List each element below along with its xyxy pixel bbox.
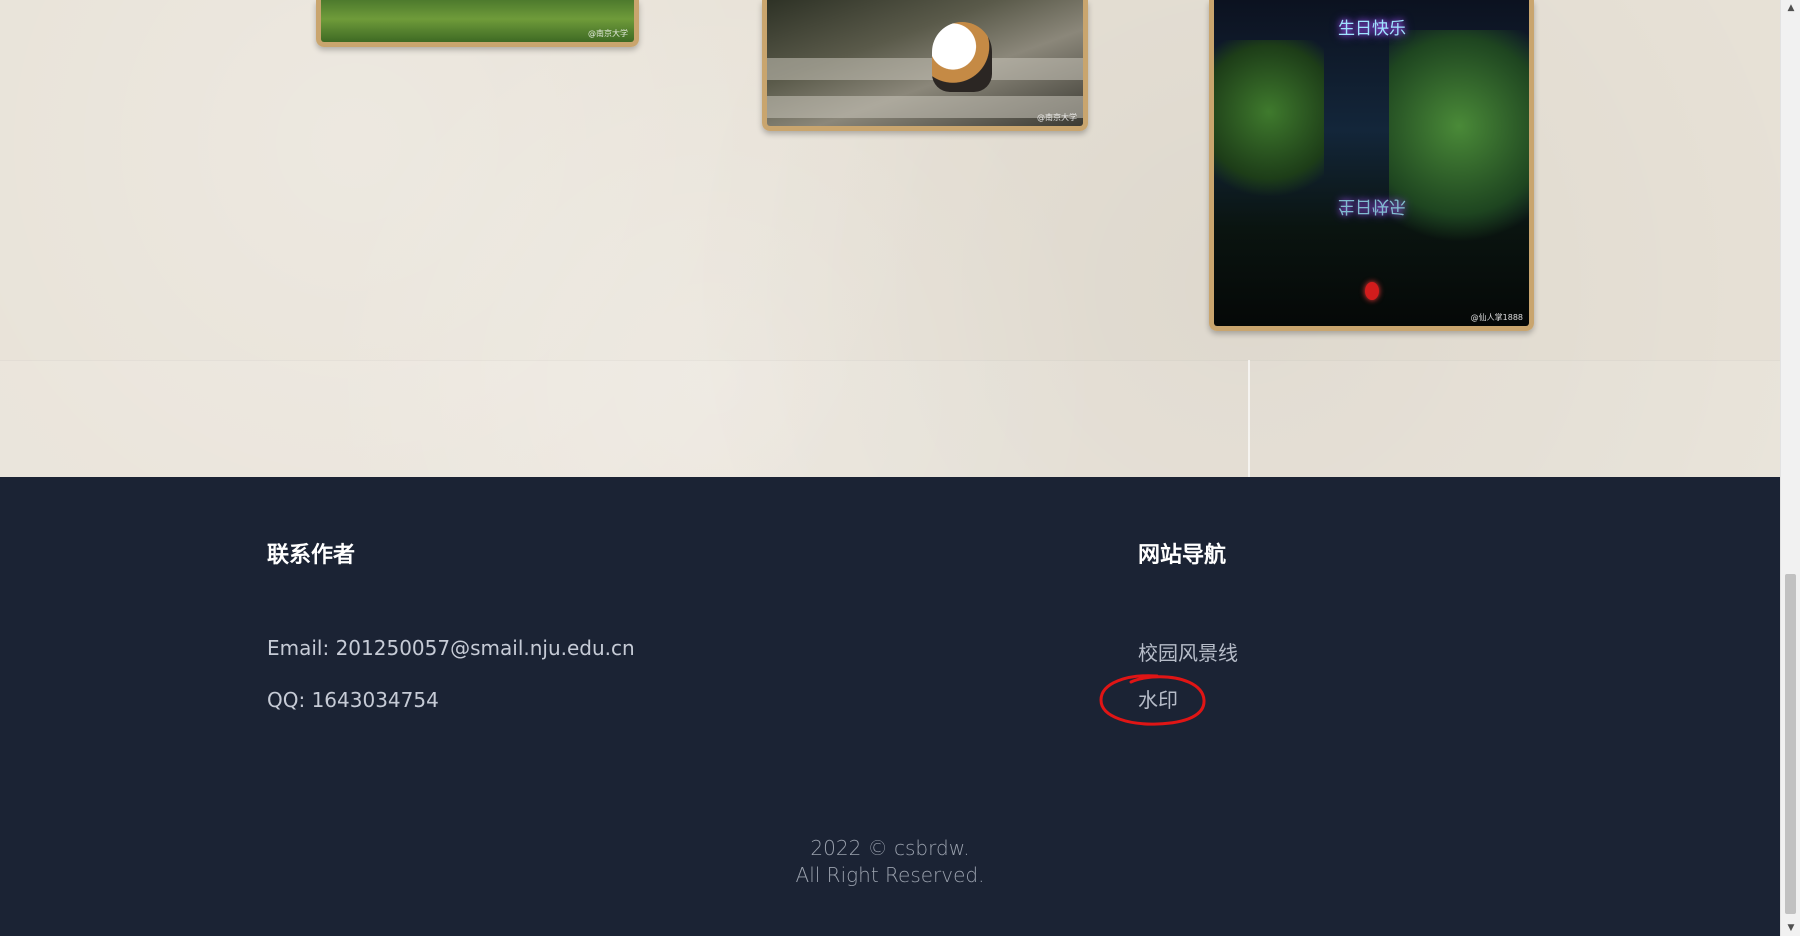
drone-light-reflection: 生日快乐 <box>1338 196 1406 216</box>
contact-email: Email: 201250057@smail.nju.edu.cn <box>267 636 635 660</box>
scrollbar-thumb[interactable] <box>1785 574 1796 914</box>
stone-step <box>767 96 1083 118</box>
gallery-photo-night[interactable]: 生日快乐 生日快乐 @仙人掌1888 <box>1209 0 1534 331</box>
site-footer: 联系作者 Email: 201250057@smail.nju.edu.cn Q… <box>0 477 1780 936</box>
site-nav-heading: 网站导航 <box>1138 543 1227 568</box>
photo-credit: @南京大学 <box>588 29 628 38</box>
stone-step <box>767 58 1083 80</box>
gallery-bottom-strip <box>0 360 1780 477</box>
vertical-scrollbar[interactable]: ▲ ▼ <box>1780 0 1800 936</box>
cat-figure <box>932 22 992 92</box>
nav-link-campus-scenery[interactable]: 校园风景线 <box>1138 637 1238 666</box>
scroll-up-arrow-icon[interactable]: ▲ <box>1781 0 1800 16</box>
contact-author-heading: 联系作者 <box>267 543 356 568</box>
red-annotation-circle <box>1099 674 1206 726</box>
photo-gallery: @南京大学 @南京大学 生日快乐 生日快乐 @仙人掌1888 <box>0 0 1780 477</box>
tree-left <box>1214 40 1324 220</box>
page: @南京大学 @南京大学 生日快乐 生日快乐 @仙人掌1888 联系作者 Emai… <box>0 0 1780 936</box>
tree-right <box>1389 30 1529 270</box>
gallery-divider <box>1248 360 1250 477</box>
contact-qq: QQ: 1643034754 <box>267 688 439 712</box>
gallery-photo-grass[interactable]: @南京大学 <box>316 0 639 47</box>
copyright-line: 2022 © csbrdw. <box>810 836 970 860</box>
gallery-photo-cat[interactable]: @南京大学 <box>762 0 1088 131</box>
rights-line: All Right Reserved. <box>795 863 985 887</box>
photo-credit: @南京大学 <box>1037 113 1077 122</box>
drone-light-sign: 生日快乐 <box>1338 19 1406 39</box>
photo-credit: @仙人掌1888 <box>1470 313 1523 322</box>
scroll-down-arrow-icon[interactable]: ▼ <box>1781 920 1800 936</box>
red-lantern <box>1365 282 1379 300</box>
